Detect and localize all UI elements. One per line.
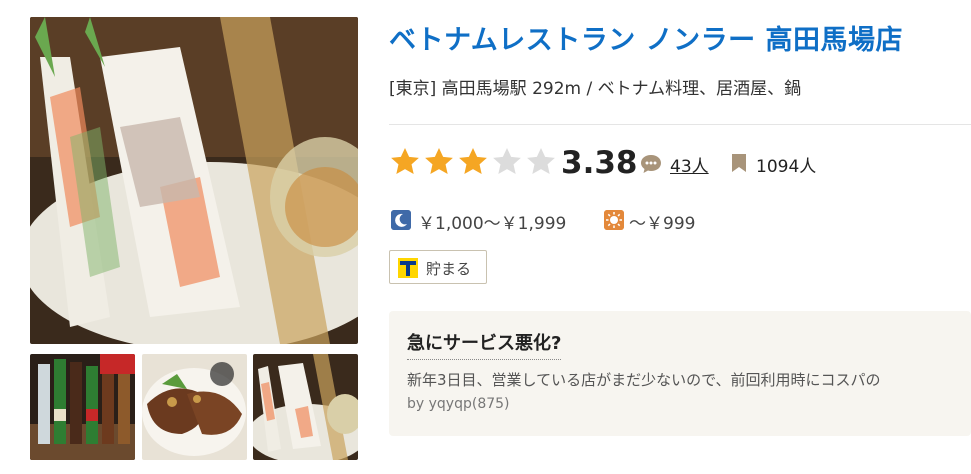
- star-empty-icon: [527, 148, 555, 174]
- tpoint-badge[interactable]: 貯まる: [389, 250, 487, 284]
- review-card[interactable]: 急にサービス悪化? 新年3日目、営業している店がまだ少ないので、前回利用時にコス…: [389, 311, 971, 436]
- area-genre: [東京] 高田馬場駅 292m / ベトナム料理、居酒屋、鍋: [389, 79, 802, 99]
- tpoint-logo-icon: [398, 258, 418, 278]
- saved-count: 1094人: [756, 157, 817, 177]
- review-author: by yqyqp(875): [407, 396, 510, 412]
- tpoint-label: 貯まる: [426, 260, 472, 278]
- grilled-meat-image: [142, 354, 247, 460]
- review-snippet: 新年3日目、営業している店がまだ少ないので、前回利用時にコスパの: [407, 371, 881, 389]
- restaurant-name[interactable]: ベトナムレストラン ノンラー 高田馬場店: [389, 18, 903, 57]
- star-filled-icon: [391, 148, 419, 174]
- rating-score: 3.38: [561, 145, 638, 181]
- thumb-beer-bottles[interactable]: [30, 354, 135, 460]
- beer-bottles-image: [30, 354, 135, 460]
- moon-icon: [391, 210, 411, 230]
- spring-rolls-thumb-image: [253, 354, 358, 460]
- speech-bubble-icon: [641, 155, 661, 173]
- sun-icon: [604, 210, 624, 230]
- thumb-grilled-meat[interactable]: [142, 354, 247, 460]
- divider: [389, 124, 971, 125]
- star-filled-icon: [459, 148, 487, 174]
- star-filled-icon: [425, 148, 453, 174]
- review-title[interactable]: 急にサービス悪化?: [407, 329, 562, 360]
- bookmark-icon: [732, 154, 746, 172]
- review-count-link[interactable]: 43人: [670, 152, 709, 177]
- star-empty-icon: [493, 148, 521, 174]
- main-photo[interactable]: [30, 17, 358, 344]
- dinner-budget: ￥1,000～￥1,999: [418, 214, 567, 234]
- spring-rolls-image: [30, 17, 358, 344]
- rating-stars: [389, 146, 559, 178]
- lunch-budget: ～￥999: [629, 214, 696, 234]
- thumb-spring-rolls[interactable]: [253, 354, 358, 460]
